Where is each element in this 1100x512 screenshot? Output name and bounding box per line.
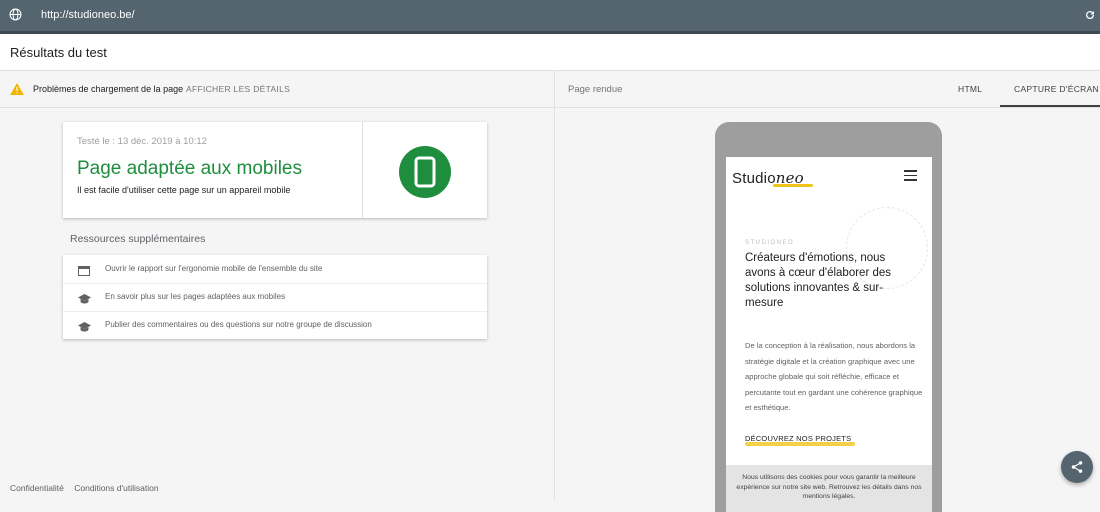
show-details-link[interactable]: AFFICHER LES DÉTAILS — [186, 84, 290, 94]
graduation-cap-icon — [78, 319, 91, 337]
warning-icon — [10, 82, 24, 100]
card-divider — [362, 122, 363, 218]
rendered-page-label: Page rendue — [568, 84, 623, 95]
globe-icon — [9, 8, 22, 26]
resource-item-forum[interactable]: Publier des commentaires ou des question… — [63, 311, 487, 339]
hamburger-menu-icon — [904, 170, 917, 184]
site-headline: Créateurs d'émotions, nous avons à cœur … — [745, 252, 892, 309]
verdict-title: Page adaptée aux mobiles — [77, 158, 302, 179]
graduation-cap-icon — [78, 291, 91, 309]
site-body-text: De la conception à la réalisation, nous … — [745, 341, 923, 412]
reload-icon[interactable] — [1084, 8, 1096, 26]
tab-html[interactable]: HTML — [958, 84, 982, 94]
logo-underline — [773, 184, 813, 187]
resource-label[interactable]: Ouvrir le rapport sur l'ergonomie mobile… — [105, 264, 322, 273]
site-cta-link: DÉCOUVREZ NOS PROJETS — [745, 434, 852, 443]
tab-screenshot[interactable]: CAPTURE D'ÉCRAN — [1014, 84, 1099, 94]
active-tab-indicator — [1000, 105, 1100, 107]
resources-title: Ressources supplémentaires — [70, 233, 206, 245]
result-card: Testé le : 13 déc. 2019 à 10:12 Page ada… — [63, 122, 487, 218]
cookie-text: Nous utilisons des cookies pour vous gar… — [736, 474, 922, 500]
privacy-link[interactable]: Confidentialité — [10, 483, 64, 493]
site-small-label: STUDIONEO — [745, 240, 795, 246]
rendered-tabs-bar: Page rendue HTML CAPTURE D'ÉCRAN — [555, 71, 1100, 108]
phone-screen: Studioneo STUDIONEO Créateurs d'émotions… — [726, 157, 932, 512]
smartphone-icon — [399, 146, 451, 198]
rendered-page-pane: Page rendue HTML CAPTURE D'ÉCRAN Studion… — [555, 71, 1100, 512]
warning-bar: Problèmes de chargement de la page AFFIC… — [0, 71, 554, 108]
resources-list: Ouvrir le rapport sur l'ergonomie mobile… — [63, 255, 487, 339]
page-title: Résultats du test — [10, 45, 107, 60]
results-pane: Problèmes de chargement de la page AFFIC… — [0, 71, 555, 500]
phone-frame: Studioneo STUDIONEO Créateurs d'émotions… — [715, 122, 942, 512]
results-header: Résultats du test — [0, 34, 1100, 71]
share-button[interactable] — [1061, 451, 1093, 483]
cookie-banner: Nous utilisons des cookies pour vous gar… — [726, 465, 932, 512]
footer-links: Confidentialité Conditions d'utilisation — [10, 483, 167, 493]
resource-item-report[interactable]: Ouvrir le rapport sur l'ergonomie mobile… — [63, 255, 487, 284]
terms-link[interactable]: Conditions d'utilisation — [74, 483, 158, 493]
url-text[interactable]: http://studioneo.be/ — [41, 9, 135, 21]
browser-url-bar: http://studioneo.be/ — [0, 0, 1100, 34]
resource-item-learn[interactable]: En savoir plus sur les pages adaptées au… — [63, 283, 487, 312]
logo-prefix: Studio — [732, 170, 776, 187]
resource-label[interactable]: En savoir plus sur les pages adaptées au… — [105, 292, 285, 301]
report-icon — [78, 263, 90, 281]
share-icon — [1071, 461, 1083, 473]
verdict-description: Il est facile d'utiliser cette page sur … — [77, 185, 291, 195]
resource-label[interactable]: Publier des commentaires ou des question… — [105, 320, 372, 329]
warning-text: Problèmes de chargement de la page — [33, 84, 184, 94]
test-date: Testé le : 13 déc. 2019 à 10:12 — [77, 136, 207, 147]
